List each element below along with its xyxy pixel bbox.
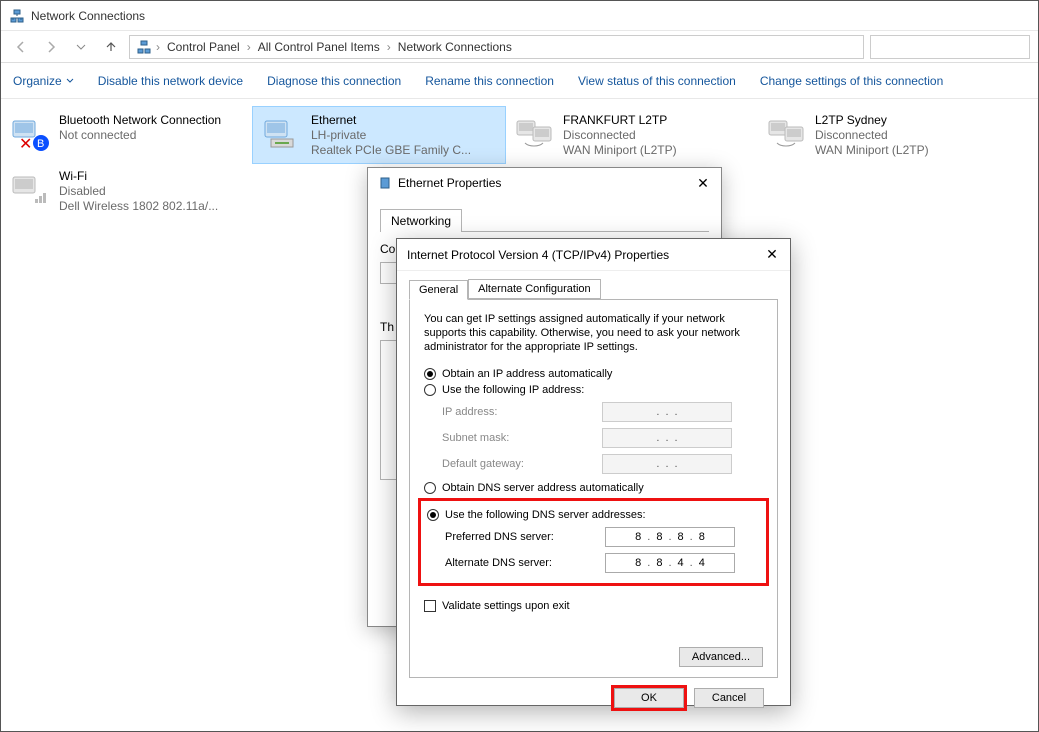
vpn-connection-icon	[513, 113, 555, 155]
gateway-input: ...	[602, 454, 732, 474]
tab-general[interactable]: General	[409, 280, 468, 300]
up-button[interactable]	[99, 35, 123, 59]
ethernet-icon	[378, 176, 392, 190]
validate-checkbox[interactable]: Validate settings upon exit	[424, 600, 763, 612]
tab-alternate[interactable]: Alternate Configuration	[468, 279, 601, 299]
wifi-connection-icon	[9, 169, 51, 211]
connection-item-bluetooth[interactable]: ✕B Bluetooth Network Connection Not conn…	[1, 107, 253, 163]
radio-icon	[424, 368, 436, 380]
chevron-down-icon	[66, 77, 74, 85]
radio-icon	[427, 509, 439, 521]
connection-status: LH-private	[311, 128, 471, 143]
disable-device-button[interactable]: Disable this network device	[98, 74, 243, 88]
connection-device: Realtek PCIe GBE Family C...	[311, 143, 471, 158]
connection-name: Ethernet	[311, 113, 471, 128]
alternate-dns-label: Alternate DNS server:	[445, 557, 605, 569]
connection-name: Bluetooth Network Connection	[59, 113, 221, 128]
diagnose-button[interactable]: Diagnose this connection	[267, 74, 401, 88]
connection-device: Dell Wireless 1802 802.11a/...	[59, 199, 218, 214]
ipv4-properties-dialog: Internet Protocol Version 4 (TCP/IPv4) P…	[396, 238, 791, 706]
connection-item-wifi[interactable]: Wi-Fi Disabled Dell Wireless 1802 802.11…	[1, 163, 253, 219]
svg-text:B: B	[37, 138, 44, 150]
preferred-dns-label: Preferred DNS server:	[445, 531, 605, 543]
connection-status: Disabled	[59, 184, 218, 199]
connection-item-sydney[interactable]: L2TP Sydney Disconnected WAN Miniport (L…	[757, 107, 1009, 163]
recent-button[interactable]	[69, 35, 93, 59]
network-icon	[9, 8, 25, 24]
window-title: Network Connections	[31, 9, 145, 23]
connection-item-ethernet[interactable]: Ethernet LH-private Realtek PCIe GBE Fam…	[253, 107, 505, 163]
connection-status: Disconnected	[563, 128, 677, 143]
bluetooth-connection-icon: ✕B	[9, 113, 51, 155]
radio-ip-manual[interactable]: Use the following IP address:	[424, 384, 763, 396]
view-status-button[interactable]: View status of this connection	[578, 74, 736, 88]
close-button[interactable]: ✕	[695, 175, 711, 191]
ethernet-connection-icon	[261, 113, 303, 155]
vpn-connection-icon	[765, 113, 807, 155]
gateway-label: Default gateway:	[442, 458, 602, 470]
navigation-bar: › Control Panel › All Control Panel Item…	[1, 31, 1038, 63]
back-button[interactable]	[9, 35, 33, 59]
search-input[interactable]	[870, 35, 1030, 59]
connection-status: Not connected	[59, 128, 221, 143]
cancel-button[interactable]: Cancel	[694, 688, 764, 708]
window-titlebar: Network Connections	[1, 1, 1038, 31]
intro-text: You can get IP settings assigned automat…	[424, 312, 763, 354]
breadcrumb[interactable]: All Control Panel Items	[255, 40, 383, 54]
connection-device: WAN Miniport (L2TP)	[563, 143, 677, 158]
command-bar: Organize Disable this network device Dia…	[1, 63, 1038, 99]
forward-button[interactable]	[39, 35, 63, 59]
subnet-label: Subnet mask:	[442, 432, 602, 444]
radio-icon	[424, 482, 436, 494]
connection-item-frankfurt[interactable]: FRANKFURT L2TP Disconnected WAN Miniport…	[505, 107, 757, 163]
connection-device: WAN Miniport (L2TP)	[815, 143, 929, 158]
address-bar[interactable]: › Control Panel › All Control Panel Item…	[129, 35, 864, 59]
change-settings-button[interactable]: Change settings of this connection	[760, 74, 943, 88]
connection-status: Disconnected	[815, 128, 929, 143]
connection-name: Wi-Fi	[59, 169, 218, 184]
advanced-button[interactable]: Advanced...	[679, 647, 763, 667]
radio-ip-auto[interactable]: Obtain an IP address automatically	[424, 368, 763, 380]
ip-address-input: ...	[602, 402, 732, 422]
preferred-dns-input[interactable]: 8.8.8.8	[605, 527, 735, 547]
ip-address-label: IP address:	[442, 406, 602, 418]
breadcrumb[interactable]: Network Connections	[395, 40, 515, 54]
rename-button[interactable]: Rename this connection	[425, 74, 554, 88]
radio-icon	[424, 384, 436, 396]
checkbox-icon	[424, 600, 436, 612]
tab-networking[interactable]: Networking	[380, 209, 462, 232]
radio-dns-manual[interactable]: Use the following DNS server addresses:	[427, 509, 760, 521]
connection-name: L2TP Sydney	[815, 113, 929, 128]
subnet-input: ...	[602, 428, 732, 448]
network-icon	[136, 39, 152, 55]
connection-name: FRANKFURT L2TP	[563, 113, 677, 128]
breadcrumb[interactable]: Control Panel	[164, 40, 243, 54]
organize-menu[interactable]: Organize	[13, 74, 74, 88]
alternate-dns-input[interactable]: 8.8.4.4	[605, 553, 735, 573]
dialog-title: Internet Protocol Version 4 (TCP/IPv4) P…	[407, 248, 669, 262]
ok-button[interactable]: OK	[614, 688, 684, 708]
svg-text:✕: ✕	[19, 136, 32, 153]
radio-dns-auto[interactable]: Obtain DNS server address automatically	[424, 482, 763, 494]
dns-highlight-box: Use the following DNS server addresses: …	[418, 498, 769, 586]
close-button[interactable]: ✕	[764, 247, 780, 263]
dialog-title: Ethernet Properties	[398, 176, 501, 190]
